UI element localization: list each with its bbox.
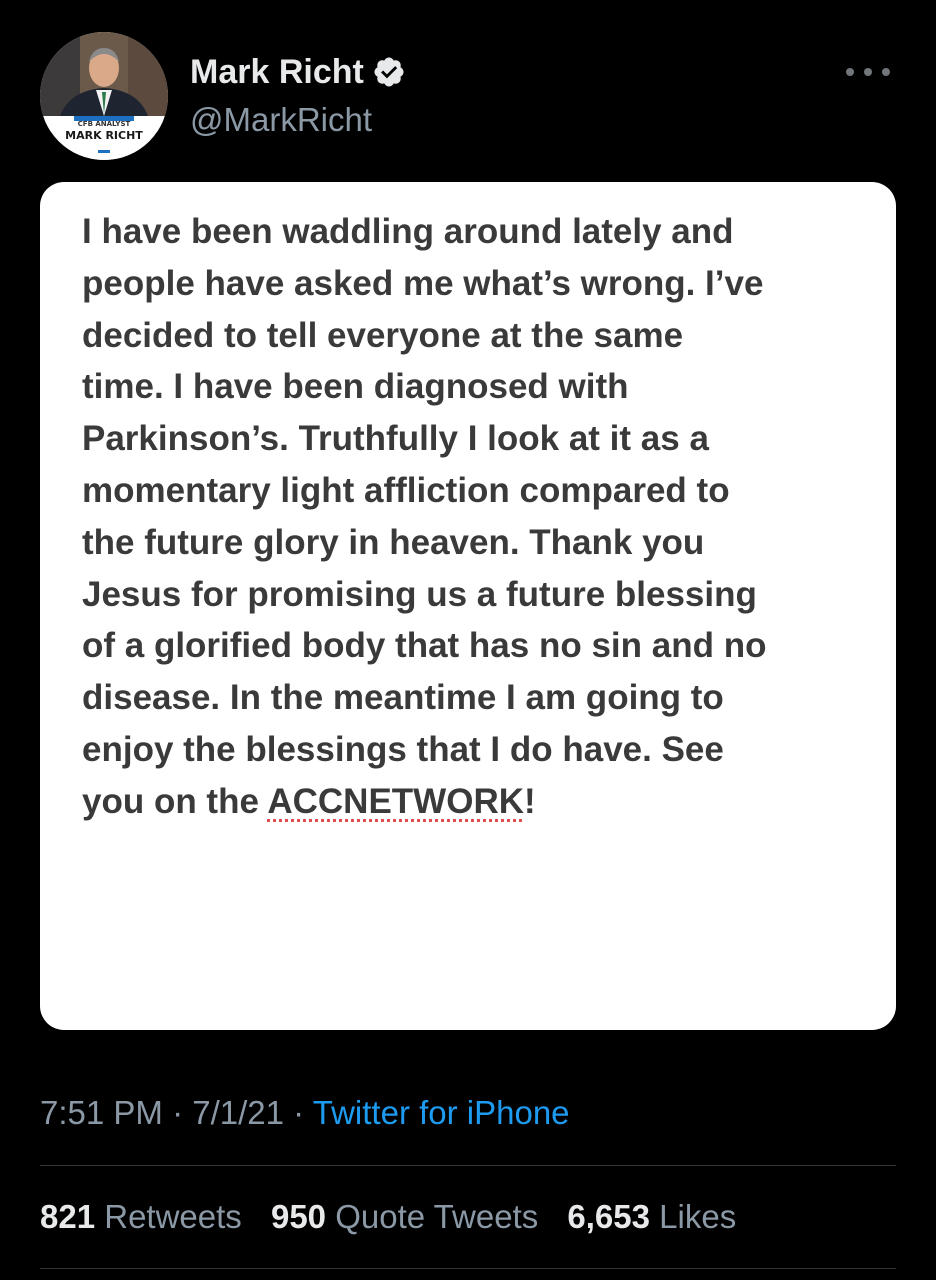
tweet-source-link[interactable]: Twitter for iPhone <box>313 1094 570 1131</box>
meta-separator: · <box>293 1094 305 1131</box>
retweets-label: Retweets <box>104 1198 242 1235</box>
avatar-caption-name: MARK RICHT <box>65 129 143 142</box>
more-dot <box>864 68 872 76</box>
image-text-line: Jesus for promising us a future blessing <box>82 574 757 614</box>
divider <box>40 1268 896 1269</box>
tweet-header: CFB ANALYST MARK RICHT Mark Richt @MarkR… <box>40 32 896 162</box>
image-text-segment: ! <box>524 781 536 821</box>
likes-label: Likes <box>659 1198 737 1235</box>
image-text-line: disease. In the meantime I am going to <box>82 678 724 718</box>
image-text-line: I have been waddling around lately and <box>82 212 734 251</box>
image-text-line: of a glorified body that has no sin and … <box>82 626 767 666</box>
retweets-stat[interactable]: 821 Retweets <box>40 1198 242 1235</box>
tweet-time[interactable]: 7:51 PM <box>40 1094 163 1131</box>
image-text-line: time. I have been diagnosed with <box>82 367 629 407</box>
likes-stat[interactable]: 6,653 Likes <box>567 1198 736 1235</box>
image-text-line: momentary light affliction compared to <box>82 470 730 510</box>
author-display-name[interactable]: Mark Richt <box>190 52 364 92</box>
divider <box>40 1165 896 1166</box>
image-text: I have been waddling around lately and p… <box>82 206 862 828</box>
image-text-segment: you on the <box>82 781 268 821</box>
image-text-line: the future glory in heaven. Thank you <box>82 522 705 562</box>
image-text-line: decided to tell everyone at the same <box>82 315 684 355</box>
image-text-line: people have asked me what’s wrong. I’ve <box>82 263 764 303</box>
more-horizontal-icon[interactable] <box>846 62 890 82</box>
tweet-image-card[interactable]: I have been waddling around lately and p… <box>40 182 896 1030</box>
retweets-count: 821 <box>40 1198 96 1235</box>
avatar-caption-title: CFB ANALYST <box>77 120 131 128</box>
more-dot <box>882 68 890 76</box>
misspelled-word: ACCNETWORK <box>267 781 524 821</box>
quote-tweets-label: Quote Tweets <box>335 1198 539 1235</box>
quote-tweets-stat[interactable]: 950 Quote Tweets <box>271 1198 538 1235</box>
image-text-line: Parkinson’s. Truthfully I look at it as … <box>82 419 709 459</box>
meta-separator: · <box>172 1094 184 1131</box>
verified-badge-icon <box>374 57 404 87</box>
more-dot <box>846 68 854 76</box>
quote-tweets-count: 950 <box>270 1198 327 1235</box>
likes-count: 6,653 <box>567 1198 650 1235</box>
tweet-stats: 821 Retweets 950 Quote Tweets 6,653 Like… <box>40 1192 756 1242</box>
author-name-row[interactable]: Mark Richt <box>190 52 406 92</box>
author-handle[interactable]: @MarkRicht <box>190 100 372 140</box>
tweet-metadata: 7:51 PM · 7/1/21 · Twitter for iPhone <box>40 1088 570 1138</box>
avatar[interactable]: CFB ANALYST MARK RICHT <box>40 32 168 160</box>
image-text-last-line: you on the ACCNETWORK! <box>82 776 862 828</box>
tweet-date[interactable]: 7/1/21 <box>192 1094 284 1131</box>
image-text-line: enjoy the blessings that I do have. See <box>82 729 724 769</box>
